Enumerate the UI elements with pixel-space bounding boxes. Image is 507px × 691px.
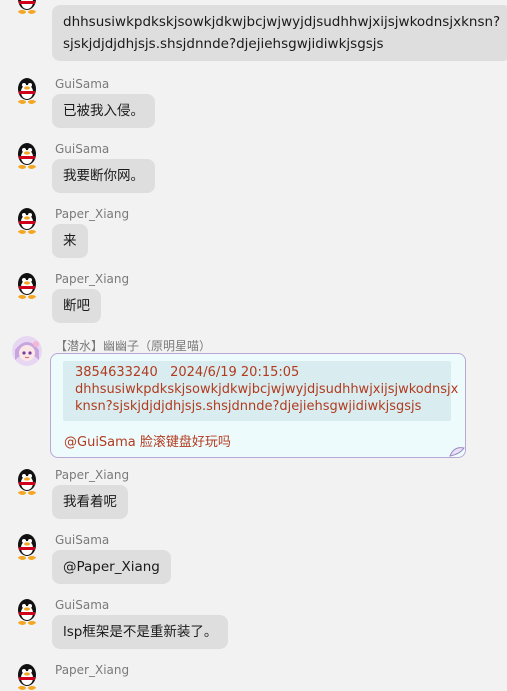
sender-name[interactable]: GuiSama <box>55 142 109 156</box>
sender-name[interactable]: Paper_Xiang <box>55 272 129 286</box>
message-bubble[interactable]: 已被我入侵。 <box>52 94 155 128</box>
qq-penguin-icon[interactable] <box>12 205 42 235</box>
message-bubble[interactable]: lsp框架是不是重新装了。 <box>52 615 229 649</box>
message-bubble[interactable]: 我要断你网。 <box>52 159 155 193</box>
message-bubble[interactable]: @Paper_Xiang <box>52 550 171 584</box>
sender-name[interactable]: GuiSama <box>55 77 109 91</box>
message-bubble[interactable]: 我看着呢 <box>52 485 128 519</box>
quote-reply-bubble[interactable]: 3854633240 2024/6/19 20:15:05 dhhsusiwkp… <box>50 353 466 458</box>
qq-penguin-icon[interactable] <box>12 661 42 691</box>
qq-penguin-icon[interactable] <box>12 75 42 105</box>
sender-name[interactable]: Paper_Xiang <box>55 663 129 677</box>
message-line: dhhsusiwkpdkskjsowkjdkwjbcjwjwyjdjsudhhw… <box>63 14 501 30</box>
message-line: sjskjdjdjdhjsjs.shsjdnnde?djejiehsgwjidi… <box>63 36 384 52</box>
qq-penguin-icon[interactable] <box>12 270 42 300</box>
sender-name[interactable]: GuiSama <box>55 533 109 547</box>
quoted-message[interactable]: 3854633240 2024/6/19 20:15:05 dhhsusiwkp… <box>63 361 459 421</box>
message-bubble[interactable]: 断吧 <box>52 289 101 323</box>
quoted-line: dhhsusiwkpdkskjsowkjdkwjbcjwjwyjdjsudhhw… <box>75 382 459 397</box>
quoted-line: knsn?sjskjdjdjdhjsjs.shsjdnnde?djejiehsg… <box>75 399 422 414</box>
qq-penguin-icon[interactable] <box>12 531 42 561</box>
sender-name[interactable]: GuiSama <box>55 598 109 612</box>
message-bubble[interactable]: dhhsusiwkpdkskjsowkjdkwjbcjwjwyjdjsudhhw… <box>52 5 507 61</box>
sender-name[interactable]: Paper_Xiang <box>55 207 129 221</box>
qq-penguin-icon[interactable] <box>12 0 42 15</box>
qq-penguin-icon[interactable] <box>12 140 42 170</box>
anime-girl-avatar-icon[interactable] <box>12 336 42 366</box>
bubble-decoration-icon <box>449 447 465 457</box>
reply-text: @GuiSama 脸滚键盘好玩吗 <box>64 435 231 450</box>
qq-penguin-icon[interactable] <box>12 466 42 496</box>
quoted-header: 3854633240 2024/6/19 20:15:05 <box>75 365 300 380</box>
sender-name[interactable]: Paper_Xiang <box>55 468 129 482</box>
sender-name[interactable]: 【潜水】幽幽子（原明星喵） <box>55 337 211 354</box>
message-bubble[interactable]: 来 <box>52 224 88 258</box>
qq-penguin-icon[interactable] <box>12 596 42 626</box>
